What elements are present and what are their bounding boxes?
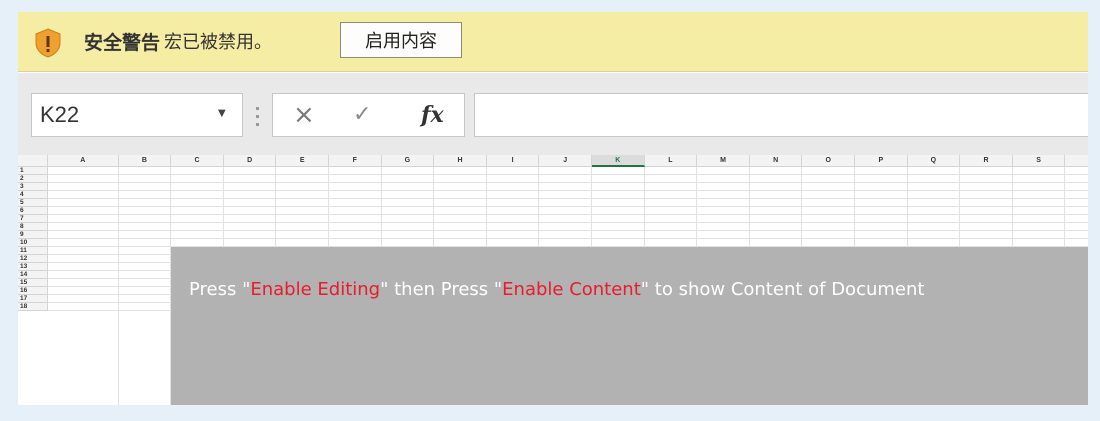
column-header-h[interactable]: H — [434, 155, 487, 167]
formula-buttons: × ✓ fx — [272, 93, 465, 137]
column-header-t[interactable]: T — [1065, 155, 1088, 167]
security-warning-title: 安全警告 — [84, 32, 161, 54]
column-header-g[interactable]: G — [381, 155, 435, 167]
row-header-17[interactable]: 17 — [18, 295, 48, 303]
column-header-c[interactable]: C — [171, 155, 224, 167]
name-box-dropdown-icon[interactable]: ▼ — [218, 108, 226, 119]
row-gridline — [48, 174, 1088, 175]
overlay-text-segment: " then Press " — [380, 279, 503, 300]
row-gridline — [48, 206, 1088, 207]
row-header-13[interactable]: 13 — [18, 263, 48, 271]
formula-input[interactable] — [474, 93, 1088, 137]
row-gridline — [48, 222, 1088, 223]
column-header-f[interactable]: F — [329, 155, 382, 167]
row-header-2[interactable]: 2 — [18, 175, 48, 183]
row-header-6[interactable]: 6 — [18, 207, 48, 215]
security-warning-message: 宏已被禁用。 — [164, 32, 272, 53]
row-gridline — [48, 214, 1088, 215]
column-header-s[interactable]: S — [1012, 155, 1066, 167]
overlay-message: Press "Enable Editing" then Press "Enabl… — [189, 279, 924, 300]
name-box[interactable]: K22 ▼ — [31, 93, 243, 137]
row-gridline — [48, 230, 1088, 231]
column-header-p[interactable]: P — [855, 155, 908, 167]
column-header-l[interactable]: L — [644, 155, 698, 167]
lure-overlay-banner: Press "Enable Editing" then Press "Enabl… — [171, 247, 1088, 405]
overlay-highlight-text: Enable Editing — [250, 279, 381, 300]
name-box-value: K22 — [40, 102, 80, 127]
column-header-q[interactable]: Q — [907, 155, 961, 167]
column-header-n[interactable]: N — [749, 155, 803, 167]
formula-bar: K22 ▼ × ✓ fx — [18, 73, 1088, 155]
row-header-1[interactable]: 1 — [18, 167, 48, 175]
column-header-i[interactable]: I — [486, 155, 540, 167]
overlay-text-segment: Press " — [189, 279, 251, 300]
cancel-icon[interactable]: × — [293, 100, 315, 130]
enable-content-button[interactable]: 启用内容 — [340, 22, 462, 58]
overlay-text-segment: " to show Content of Document — [640, 279, 925, 300]
column-header-j[interactable]: J — [539, 155, 592, 167]
security-warning-bar: 安全警告 宏已被禁用。 启用内容 — [18, 12, 1088, 72]
enter-icon[interactable]: ✓ — [353, 102, 371, 127]
overlay-highlight-text: Enable Content — [502, 279, 641, 300]
column-header-r[interactable]: R — [960, 155, 1013, 167]
row-header-12[interactable]: 12 — [18, 255, 48, 263]
row-gridline — [48, 190, 1088, 191]
column-header-k[interactable]: K — [592, 155, 645, 167]
row-gridline — [48, 198, 1088, 199]
row-header-10[interactable]: 10 — [18, 239, 48, 247]
row-header-18[interactable]: 18 — [18, 303, 48, 311]
column-header-d[interactable]: D — [223, 155, 277, 167]
column-header-b[interactable]: B — [118, 155, 172, 167]
column-header-e[interactable]: E — [276, 155, 329, 167]
row-header-11[interactable]: 11 — [18, 247, 48, 255]
shield-warning-icon — [34, 28, 62, 58]
row-gridline — [48, 182, 1088, 183]
column-header-o[interactable]: O — [802, 155, 855, 167]
row-header-4[interactable]: 4 — [18, 191, 48, 199]
row-header-15[interactable]: 15 — [18, 279, 48, 287]
row-gridline — [48, 238, 1088, 239]
row-header-7[interactable]: 7 — [18, 215, 48, 223]
row-header-14[interactable]: 14 — [18, 271, 48, 279]
row-header-3[interactable]: 3 — [18, 183, 48, 191]
row-header-16[interactable]: 16 — [18, 287, 48, 295]
formula-bar-grip-icon — [256, 107, 260, 127]
select-all-corner[interactable] — [18, 155, 48, 167]
row-header-8[interactable]: 8 — [18, 223, 48, 231]
row-header-9[interactable]: 9 — [18, 231, 48, 239]
excel-window: 安全警告 宏已被禁用。 启用内容 K22 ▼ × ✓ fx ABCDEFGHIJ… — [18, 12, 1088, 405]
row-header-5[interactable]: 5 — [18, 199, 48, 207]
column-header-a[interactable]: A — [48, 155, 119, 167]
insert-function-icon[interactable]: fx — [421, 102, 444, 128]
column-header-m[interactable]: M — [697, 155, 750, 167]
